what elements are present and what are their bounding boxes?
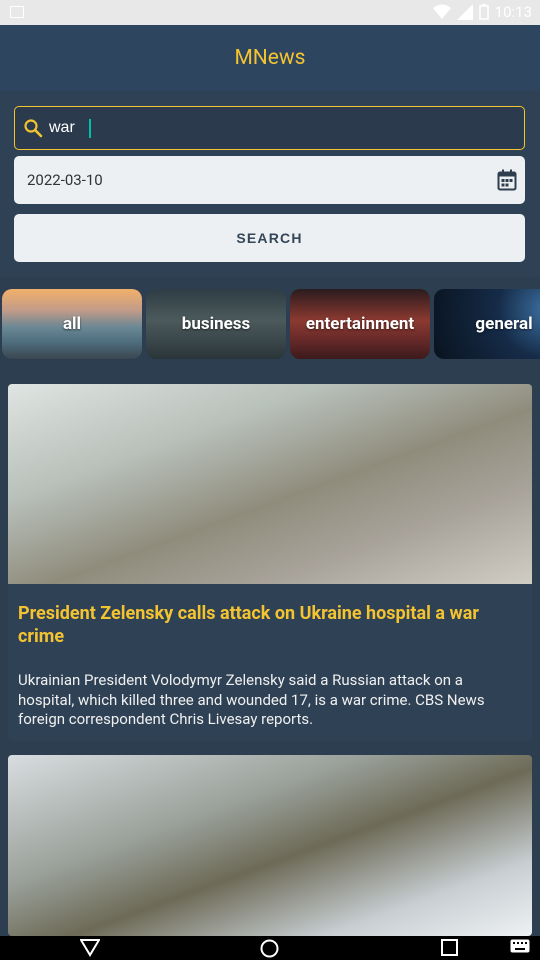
status-bar: 10:13	[0, 0, 540, 25]
text-cursor	[89, 119, 91, 138]
article-card[interactable]	[8, 755, 532, 936]
category-label: all	[62, 314, 82, 334]
date-value: 2022-03-10	[27, 171, 103, 189]
category-all[interactable]: all	[2, 289, 142, 359]
article-card[interactable]: President Zelensky calls attack on Ukrai…	[8, 384, 532, 741]
category-label: general	[475, 314, 533, 334]
image-notification-icon	[10, 6, 24, 18]
system-nav-bar	[0, 936, 540, 960]
category-list: all business entertainment general	[2, 289, 540, 359]
battery-icon	[478, 4, 489, 20]
article-image	[8, 755, 532, 936]
category-label: entertainment	[305, 314, 415, 334]
article-description: Ukrainian President Volodymyr Zelensky s…	[18, 671, 485, 728]
app-title: MNews	[234, 46, 306, 70]
home-icon[interactable]	[260, 939, 279, 958]
category-entertainment[interactable]: entertainment	[290, 289, 430, 359]
article-title: President Zelensky calls attack on Ukrai…	[18, 603, 479, 647]
app-header: MNews	[0, 25, 540, 91]
category-label: business	[181, 314, 251, 334]
search-button[interactable]: SEARCH	[14, 214, 525, 262]
signal-icon	[456, 4, 473, 20]
keyboard-icon[interactable]	[510, 939, 530, 954]
search-panel: 2022-03-10 SEARCH	[0, 91, 540, 277]
status-time: 10:13	[494, 3, 532, 21]
recents-icon[interactable]	[441, 939, 458, 956]
search-icon	[24, 119, 43, 138]
calendar-icon[interactable]	[497, 169, 517, 191]
wifi-icon	[432, 4, 451, 19]
category-business[interactable]: business	[146, 289, 286, 359]
date-field[interactable]: 2022-03-10	[14, 156, 525, 204]
search-box[interactable]	[14, 106, 525, 150]
status-icons: 10:13	[432, 3, 532, 21]
search-input[interactable]	[49, 107, 509, 148]
back-icon[interactable]	[80, 939, 100, 957]
category-general[interactable]: general	[434, 289, 540, 359]
article-image	[8, 384, 532, 584]
